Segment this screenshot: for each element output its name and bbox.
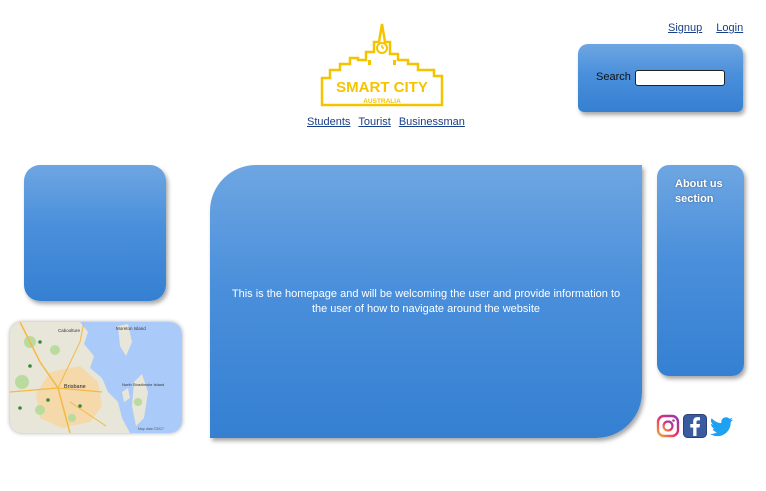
map-label-caboolture: Caboolture xyxy=(58,328,81,333)
main-nav: Students Tourist Businessman xyxy=(307,116,465,128)
map-graphic: Caboolture Moreton Island Brisbane North… xyxy=(10,322,182,433)
social-icons xyxy=(656,414,734,438)
top-links: Signup Login xyxy=(668,22,743,34)
map-label-stradbroke: North Stradbroke Island xyxy=(122,382,164,387)
about-heading: About us section xyxy=(675,178,723,205)
signup-link[interactable]: Signup xyxy=(668,22,702,34)
nav-businessman[interactable]: Businessman xyxy=(399,116,465,128)
map-attribution: Map data ©2017 xyxy=(138,427,164,431)
logo-subtitle: AUSTRALIA xyxy=(363,98,401,105)
welcome-text: This is the homepage and will be welcomi… xyxy=(231,288,621,315)
map-label-moreton: Moreton Island xyxy=(116,326,146,331)
left-content-panel xyxy=(24,165,166,301)
about-panel: About us section xyxy=(657,165,744,376)
city-map[interactable]: Caboolture Moreton Island Brisbane North… xyxy=(10,322,182,433)
search-label: Search xyxy=(596,71,631,83)
nav-tourist[interactable]: Tourist xyxy=(358,116,390,128)
search-panel: Search xyxy=(578,44,743,112)
search-input[interactable] xyxy=(635,70,725,86)
facebook-icon[interactable] xyxy=(683,414,707,438)
twitter-icon[interactable] xyxy=(710,414,734,438)
logo-title: SMART CITY xyxy=(336,79,428,96)
login-link[interactable]: Login xyxy=(716,22,743,34)
instagram-icon[interactable] xyxy=(656,414,680,438)
nav-students[interactable]: Students xyxy=(307,116,350,128)
smart-city-logo-graphic: SMART CITY AUSTRALIA xyxy=(320,23,444,107)
smart-city-logo[interactable]: SMART CITY AUSTRALIA xyxy=(318,20,448,110)
map-label-brisbane: Brisbane xyxy=(64,384,86,390)
main-welcome-panel: This is the homepage and will be welcomi… xyxy=(210,165,642,438)
